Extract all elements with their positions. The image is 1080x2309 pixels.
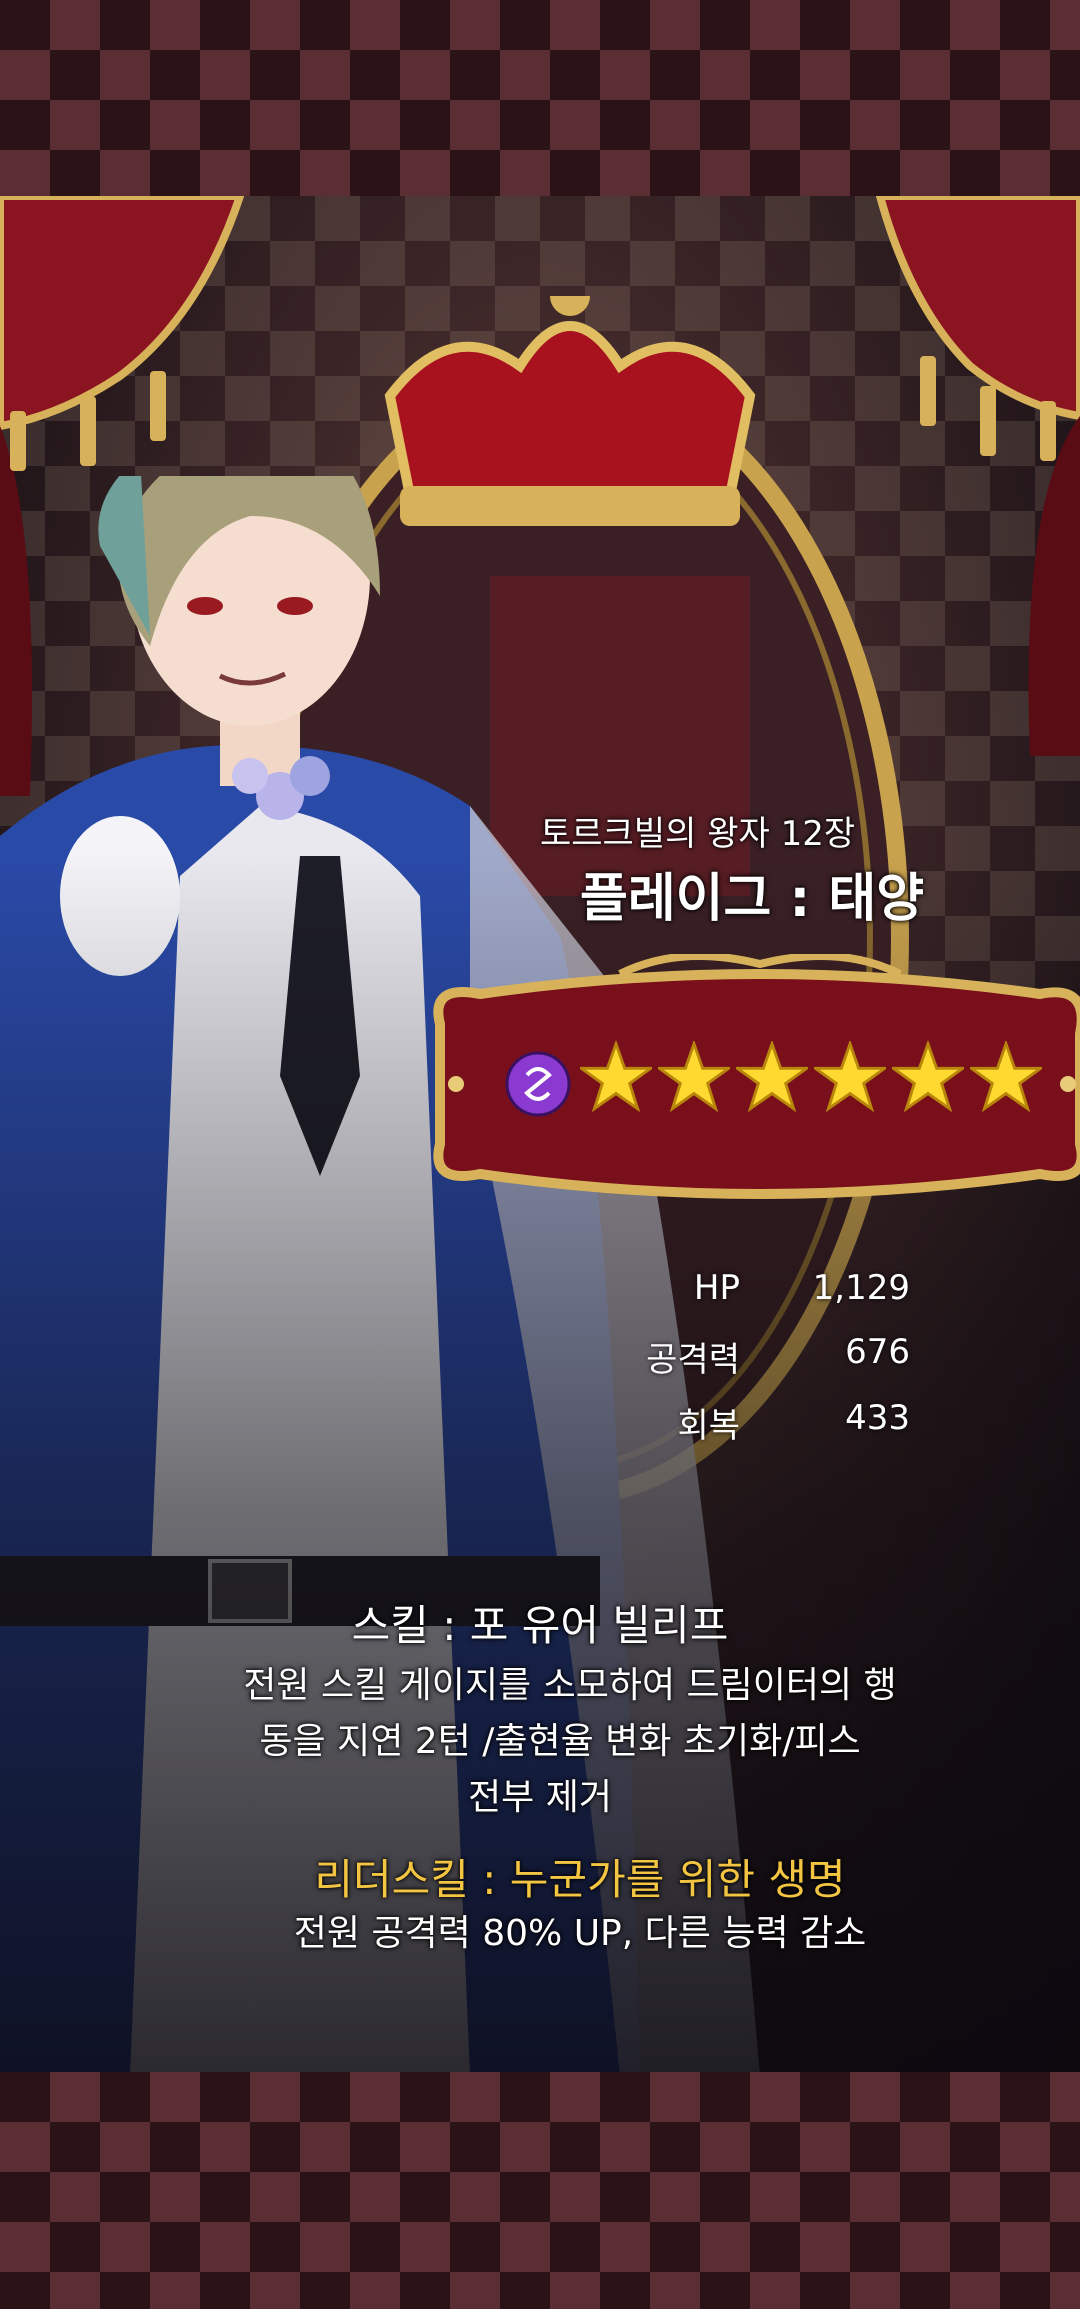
skill-description-line: 전원 스킬 게이지를 소모하여 드림이터의 행 [243, 1665, 897, 1706]
stat-value: 433 [845, 1398, 910, 1438]
star-icon [658, 1041, 730, 1113]
leader-skill-title: 리더스킬 : 누군가를 위한 생명 [314, 1855, 846, 1904]
star-icon [892, 1041, 964, 1113]
star-icon [814, 1041, 886, 1113]
purple-swirl-orb-icon [505, 1051, 571, 1117]
checker-background-bottom [0, 2072, 1080, 2309]
rarity-stars [580, 1041, 1042, 1113]
stat-value: 676 [845, 1332, 910, 1372]
chapter-title: 토르크빌의 왕자 12장 [540, 814, 856, 854]
stat-row-attack: 공격력 676 [570, 1332, 910, 1382]
checker-background-top [0, 0, 1080, 196]
skill-description-line: 전부 제거 [468, 1777, 612, 1818]
stat-label: HP [693, 1268, 740, 1308]
stat-row-recovery: 회복 433 [570, 1398, 910, 1448]
star-icon [580, 1041, 652, 1113]
star-icon [736, 1041, 808, 1113]
leader-skill-description: 전원 공격력 80% UP, 다른 능력 감소 [293, 1913, 867, 1954]
stat-label: 공격력 [646, 1340, 740, 1380]
stat-label: 회복 [677, 1406, 740, 1446]
skill-title: 스킬 : 포 유어 빌리프 [351, 1601, 729, 1650]
card-detail-panel[interactable]: 토르크빌의 왕자 12장 플레이그 : 태양 HP 1,129 공격력 676 … [0, 196, 1080, 2072]
stat-value: 1,129 [812, 1268, 910, 1308]
skill-description-line: 동을 지연 2턴 /출현율 변화 초기화/피스 [259, 1721, 861, 1762]
card-name: 플레이그 : 태양 [580, 869, 925, 929]
star-icon [970, 1041, 1042, 1113]
stat-row-hp: HP 1,129 [570, 1268, 910, 1318]
